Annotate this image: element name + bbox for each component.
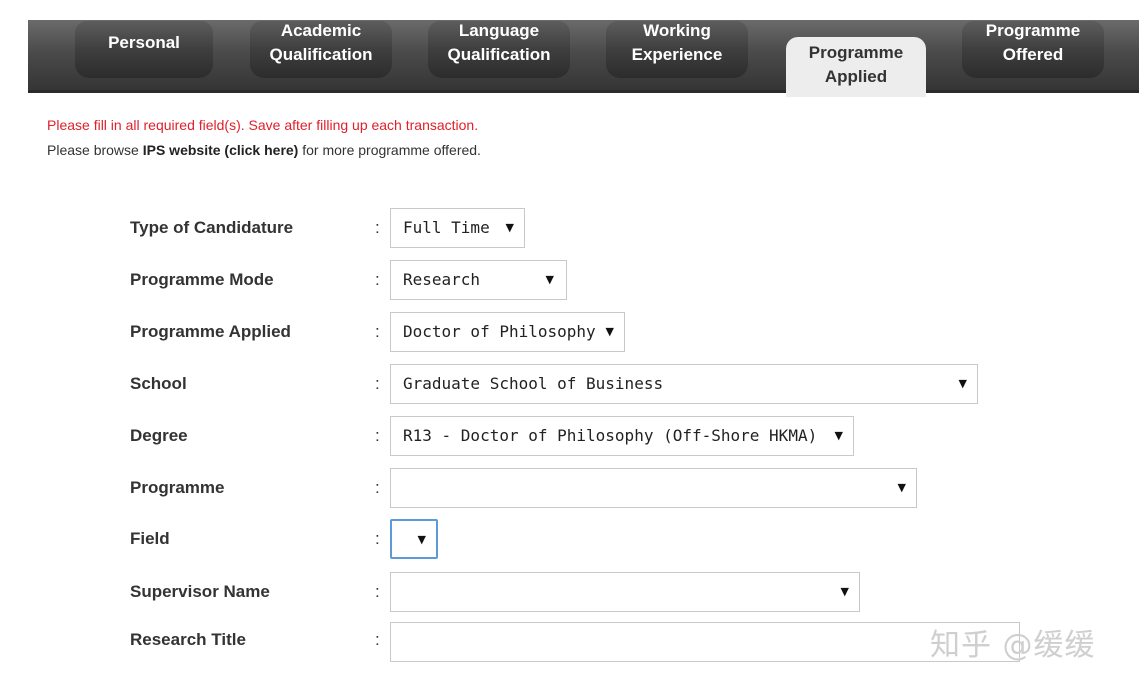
chevron-down-icon: ▼ [834, 429, 843, 442]
browse-prefix: Please browse [47, 142, 143, 158]
programme-select[interactable]: ▼ [390, 468, 917, 508]
tab-personal[interactable]: Personal [75, 20, 213, 78]
row-supervisor-name: Supervisor Name : ▼ [0, 570, 1139, 614]
tab-programme-applied[interactable]: Programme Applied [786, 37, 926, 97]
chevron-down-icon: ▼ [417, 533, 426, 546]
type-of-candidature-value: Full Time [403, 218, 490, 237]
row-programme-applied: Programme Applied : Doctor of Philosophy… [0, 310, 1139, 354]
colon: : [375, 426, 380, 445]
colon: : [375, 218, 380, 237]
supervisor-name-select[interactable]: ▼ [390, 572, 860, 612]
zhihu-watermark: 知乎 @缓缓 [930, 628, 1096, 663]
label-field: Field [130, 529, 170, 548]
tab-programme-applied-label: Programme Applied [808, 43, 904, 86]
tab-personal-label: Personal [108, 33, 180, 52]
required-fields-message: Please fill in all required field(s). Sa… [47, 117, 479, 133]
tab-language-qualification-label: Language Qualification [447, 21, 551, 64]
label-programme-applied: Programme Applied [130, 322, 291, 341]
chevron-down-icon: ▼ [605, 325, 614, 338]
chevron-down-icon: ▼ [505, 221, 514, 234]
colon: : [375, 478, 380, 497]
row-school: School : Graduate School of Business ▼ [0, 362, 1139, 406]
label-type-of-candidature: Type of Candidature [130, 218, 294, 237]
degree-select[interactable]: R13 - Doctor of Philosophy (Off-Shore HK… [390, 416, 854, 456]
programme-applied-select[interactable]: Doctor of Philosophy ▼ [390, 312, 625, 352]
type-of-candidature-select[interactable]: Full Time ▼ [390, 208, 525, 248]
colon: : [375, 322, 380, 341]
browse-suffix: for more programme offered. [298, 142, 481, 158]
tab-working-experience-label: Working Experience [631, 21, 723, 64]
label-programme-mode: Programme Mode [130, 270, 274, 289]
ips-website-link[interactable]: IPS website (click here) [143, 142, 299, 158]
programme-applied-value: Doctor of Philosophy [403, 322, 596, 341]
chevron-down-icon: ▼ [840, 585, 849, 598]
row-programme: Programme : ▼ [0, 466, 1139, 510]
colon: : [375, 270, 380, 289]
programme-mode-value: Research [403, 270, 481, 289]
field-select[interactable]: ▼ [390, 519, 438, 559]
label-programme: Programme [130, 478, 225, 497]
school-value: Graduate School of Business [403, 374, 664, 393]
chevron-down-icon: ▼ [545, 273, 554, 286]
browse-message: Please browse IPS website (click here) f… [47, 142, 481, 158]
row-type-of-candidature: Type of Candidature : Full Time ▼ [0, 206, 1139, 250]
school-select[interactable]: Graduate School of Business ▼ [390, 364, 978, 404]
row-degree: Degree : R13 - Doctor of Philosophy (Off… [0, 414, 1139, 458]
row-field: Field : ▼ [0, 517, 1139, 561]
degree-value: R13 - Doctor of Philosophy (Off-Shore HK… [403, 426, 818, 445]
label-supervisor-name: Supervisor Name [130, 582, 270, 601]
chevron-down-icon: ▼ [958, 377, 967, 390]
row-programme-mode: Programme Mode : Research ▼ [0, 258, 1139, 302]
programme-mode-select[interactable]: Research ▼ [390, 260, 567, 300]
chevron-down-icon: ▼ [897, 481, 906, 494]
colon: : [375, 529, 380, 548]
tab-programme-offered[interactable]: Programme Offered [962, 20, 1104, 78]
tab-academic-qualification[interactable]: Academic Qualification [250, 20, 392, 78]
tab-working-experience[interactable]: Working Experience [606, 20, 748, 78]
label-school: School [130, 374, 187, 393]
colon: : [375, 374, 380, 393]
colon: : [375, 630, 380, 649]
tab-programme-offered-label: Programme Offered [985, 21, 1081, 64]
tab-academic-qualification-label: Academic Qualification [269, 21, 373, 64]
research-title-input[interactable] [390, 622, 1020, 662]
tab-bar-baseline [28, 90, 1139, 93]
label-research-title: Research Title [130, 630, 246, 649]
label-degree: Degree [130, 426, 188, 445]
colon: : [375, 582, 380, 601]
tab-language-qualification[interactable]: Language Qualification [428, 20, 570, 78]
